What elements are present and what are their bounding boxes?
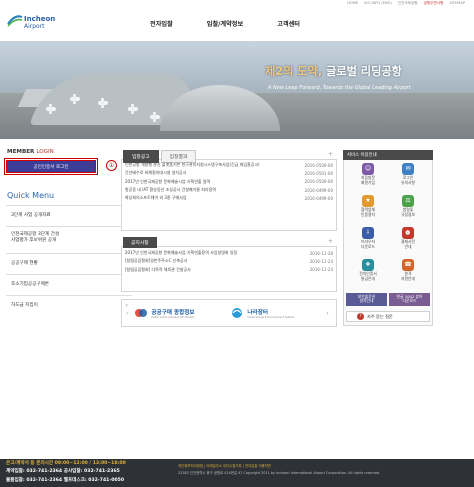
quick-menu-item[interactable]: 3단계 사업 공개자료›	[6, 205, 132, 226]
procurement-logo-icon	[135, 309, 148, 317]
public-procurement-banner[interactable]: 공공구매 종합정보 Public e-Procurement Informatio…	[134, 307, 224, 319]
hero-subline: A New Leap Forward, Towards the Global L…	[268, 85, 411, 91]
service-buttons: 보안솔루션 설치안내 한글 2002 뷰어 다운로드	[346, 293, 430, 306]
hero-banner: 제2의 도약, 글로벌 리딩공항 A New Leap Forward, Tow…	[0, 41, 474, 139]
public-notice-row[interactable]: 2017년 인천국제공항 문화예술사업 기획연출용역 사업설명회 일정 2016-…	[125, 249, 333, 257]
footer-info: 개인정보처리방침 | 이메일주소 무단수집거부 | 전자입찰 이용약관 2238…	[178, 463, 380, 476]
util-around-link[interactable]: 공항주변사항	[423, 1, 445, 6]
quick-menu-list: 3단계 사업 공개자료› 인천국제공항 3단계 건설 사업평가 후보위원 공개›…	[6, 205, 132, 316]
question-icon: ?	[357, 313, 364, 320]
public-notice-row[interactable]: [청렴공감철회]일반주주소C 신축공사 2016-11-24	[125, 257, 333, 265]
notice-row[interactable]: 인천공항 개발행 분산 플랫폼기반 한구관리지침시스템구축사업(긴급 재입찰공고…	[125, 161, 333, 169]
nav-e-bidding[interactable]: 전자입찰	[150, 19, 173, 28]
certificate-icon: ❖	[362, 259, 374, 271]
download-icon: ⇩	[362, 227, 374, 239]
utility-nav: HOME ISO INFO (ENG) 인천국제공항 공항주변사항 SITEMA…	[346, 1, 466, 6]
util-iso-link[interactable]: ISO INFO (ENG)	[363, 1, 393, 6]
hero-headline: 제2의 도약, 글로벌 리딩공항	[265, 65, 402, 78]
quick-menu-title: Quick Menu	[7, 191, 55, 200]
more-plus-icon[interactable]: +	[328, 238, 333, 245]
util-sitemap-link[interactable]: SITEMAP	[448, 1, 466, 6]
security-install-button[interactable]: 보안솔루션 설치안내	[346, 293, 387, 306]
public-notice-row[interactable]: [청렴공감철회] 다목적 체육관 건설공사 2016-11-24	[125, 266, 333, 274]
service-login-notice[interactable]: ✉ 로그인 유의사항	[388, 163, 428, 191]
more-plus-icon[interactable]: +	[328, 151, 333, 158]
clock-icon: ⏰	[402, 227, 414, 239]
service-guide-title: 서비스 이용안내	[343, 150, 433, 160]
airplane-icon	[70, 94, 80, 104]
hwp-viewer-download-button[interactable]: 한글 2002 뷰어 다운로드	[389, 293, 430, 306]
member-login-title: MEMBER LOGIN	[7, 149, 54, 155]
util-airport-link[interactable]: 인천국제공항	[397, 1, 419, 6]
footer-copyright: 22382 인천광역시 중구 공항로 424번길 47 Copyright 20…	[178, 470, 381, 475]
airplane-icon	[150, 112, 160, 122]
notice-row[interactable]: 간선배수로 비해절차대시설 설치공사 2016-0501-00	[125, 169, 333, 177]
annotation-marker: ①	[106, 160, 117, 171]
person-icon: ☺	[362, 163, 374, 175]
bid-notice-list: 인천공항 개발행 분산 플랫폼기반 한구관리지침시스템구축사업(긴급 재입찰공고…	[125, 161, 333, 202]
faq-button[interactable]: ? 자주 묻는 질문	[346, 311, 430, 322]
service-approval-guide[interactable]: ⏰ 결재사전 안내	[388, 227, 428, 255]
notice-row[interactable]: 화상회의소프트웨어 외 3종 구매사업 2016-0499-00	[125, 194, 333, 202]
mail-icon: ✉	[402, 163, 414, 175]
service-regulations[interactable]: ⚖ 법령및 규정정보	[388, 195, 428, 223]
narajangteo-banner[interactable]: 나라장터 Korea Online E-Procurement System	[230, 307, 320, 319]
partner-banners: ‹ 공공구매 종합정보 Public e-Procurement Informat…	[121, 299, 337, 327]
quick-menu-item[interactable]: 공공구매 현황›	[6, 253, 132, 274]
service-browser-download[interactable]: ⇩ 브라우저 다운로드	[348, 227, 388, 255]
phone-icon: ☎	[402, 259, 414, 271]
footer-contact: 온고/계약서 등 문의시간 09:00~12:00 / 13:00~18:00 …	[6, 461, 126, 483]
nav-bid-contract-info[interactable]: 입찰/계약정보	[207, 19, 243, 28]
airplane-icon	[128, 104, 138, 114]
main-nav: 전자입찰 입찰/계약정보 고객센터	[150, 19, 300, 28]
next-arrow-icon[interactable]: ›	[326, 310, 328, 317]
util-home-link[interactable]: HOME	[346, 1, 359, 6]
service-remote-support[interactable]: ☎ 원격 지원안내	[388, 259, 428, 287]
logo-name-2: Airport	[24, 23, 45, 30]
quick-menu-item[interactable]: 조소기업공공구매론›	[6, 274, 132, 295]
airport-logo[interactable]: Incheon Airport	[7, 10, 67, 36]
scales-icon: ⚖	[402, 195, 414, 207]
certificate-login-button[interactable]: 공인인증서 로그인	[4, 158, 98, 175]
logo-swoosh-icon	[7, 15, 23, 27]
service-partner-cert[interactable]: ★ 협력업체 인증절차	[348, 195, 388, 223]
narajangteo-logo-icon	[232, 308, 243, 318]
airplane-icon	[46, 104, 56, 114]
notice-row[interactable]: 2017년 인천국제공항 문화예술시업 기획연출 용역 2016-0500-00	[125, 178, 333, 186]
quick-menu-item[interactable]: 인천국제공항 3단계 건설 사업평가 후보위원 공개›	[6, 226, 132, 253]
airplane-icon	[98, 98, 108, 108]
quick-menu-item[interactable]: 하도급 지킴이 ›	[6, 295, 132, 316]
service-grid: ☺ 처음방문 회원가입 ✉ 로그인 유의사항 ★ 협력업체 인증절차 ⚖ 법령및 규정정…	[348, 163, 428, 287]
public-notice-list: 2017년 인천국제공항 문화예술사업 기획연출용역 사업설명회 일정 2016-…	[125, 249, 333, 274]
logo-name: Incheon	[24, 15, 56, 23]
service-certificate[interactable]: ❖ 전자인증서 발급안내	[348, 259, 388, 287]
prev-arrow-icon[interactable]: ‹	[126, 310, 128, 317]
notice-row[interactable]: 항공동 내 IAT 환승동선 조성공사 건설폐기물 처리용역 2016-0499-…	[125, 186, 333, 194]
star-icon: ★	[362, 195, 374, 207]
service-signup[interactable]: ☺ 처음방문 회원가입	[348, 163, 388, 191]
tab-public-notice[interactable]: 공지사항	[123, 237, 157, 248]
nav-customer-center[interactable]: 고객센터	[277, 19, 300, 28]
